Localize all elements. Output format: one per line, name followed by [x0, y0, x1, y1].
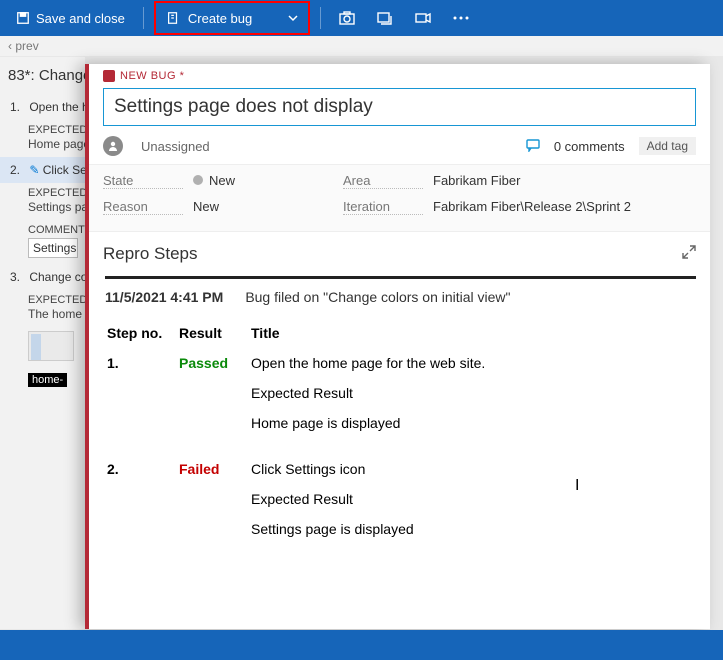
- col-step-header: Step no.: [107, 321, 177, 349]
- home-chip: home-: [28, 373, 67, 387]
- expected-label: Expected Result: [251, 491, 688, 507]
- state-dot-icon: [193, 175, 203, 185]
- reason-value[interactable]: New: [193, 199, 333, 215]
- state-label: State: [103, 173, 183, 189]
- screenshot-button[interactable]: [329, 4, 365, 32]
- iteration-value[interactable]: Fabrikam Fiber\Release 2\Sprint 2: [433, 199, 696, 215]
- expected-label: Expected Result: [251, 385, 688, 401]
- more-icon: [453, 16, 469, 20]
- step-title: Click Settings icon: [251, 461, 688, 477]
- chevron-left-icon: ‹: [8, 39, 12, 53]
- expected-label: EXPECTED RESULT: [6, 183, 85, 199]
- test-step-row[interactable]: 1. Open the home page: [6, 94, 85, 120]
- record-button[interactable]: [405, 4, 441, 32]
- prev-bar[interactable]: ‹ prev: [0, 36, 723, 56]
- repro-table: Step no. Result Title 1. Passed Open the…: [105, 319, 696, 563]
- bug-icon: [103, 70, 115, 82]
- toolbar-separator: [143, 7, 144, 29]
- test-step-row[interactable]: 2. ✎ Click Settings: [0, 157, 85, 183]
- camera-icon: [339, 11, 355, 25]
- video-icon: [415, 12, 431, 24]
- new-bug-badge: NEW BUG *: [103, 70, 696, 82]
- step-number: 1.: [10, 100, 26, 114]
- step-label: Click Settings: [43, 163, 85, 177]
- repro-body: 11/5/2021 4:41 PM Bug filed on "Change c…: [89, 270, 710, 629]
- save-icon: [16, 11, 30, 25]
- comments-count[interactable]: 0 comments: [554, 139, 625, 154]
- step-num: 2.: [107, 461, 119, 477]
- state-value[interactable]: New: [193, 173, 333, 189]
- filed-row: 11/5/2021 4:41 PM Bug filed on "Change c…: [105, 289, 696, 305]
- comment-label: COMMENT: [6, 220, 85, 236]
- iteration-label: Iteration: [343, 199, 423, 215]
- bug-panel: NEW BUG * Unassigned 0 comments Add tag …: [85, 64, 710, 629]
- edit-icon: ✎: [29, 163, 39, 177]
- comment-input[interactable]: Settings: [28, 238, 78, 258]
- expected-value: Settings page is displayed: [6, 199, 85, 220]
- table-row: 2. Failed Click Settings icon Expected R…: [107, 457, 694, 561]
- screenshot-thumbnail[interactable]: [28, 331, 74, 361]
- expected-label: EXPECTED RESULT: [6, 290, 85, 306]
- test-case-title: 83*: Change colors on initial view: [6, 61, 85, 94]
- expand-icon[interactable]: [682, 244, 696, 264]
- save-close-label: Save and close: [36, 11, 125, 26]
- fields-grid: State New Area Fabrikam Fiber Reason New…: [89, 164, 710, 232]
- comment-icon: [526, 138, 540, 155]
- expected-label: EXPECTED RESULT: [6, 120, 85, 136]
- create-bug-button[interactable]: Create bug: [156, 4, 308, 32]
- meta-row: Unassigned 0 comments Add tag: [89, 126, 710, 164]
- step-number: 2.: [10, 163, 26, 177]
- save-close-button[interactable]: Save and close: [6, 4, 135, 32]
- col-result-header: Result: [179, 321, 249, 349]
- table-row: 1. Passed Open the home page for the web…: [107, 351, 694, 455]
- area-value[interactable]: Fabrikam Fiber: [433, 173, 696, 189]
- capture-icon: [377, 11, 393, 25]
- result-passed: Passed: [179, 355, 228, 371]
- assignee-label[interactable]: Unassigned: [141, 139, 210, 154]
- result-failed: Failed: [179, 461, 219, 477]
- prev-label: prev: [15, 39, 38, 53]
- add-tag-button[interactable]: Add tag: [639, 137, 696, 155]
- col-title-header: Title: [251, 321, 694, 349]
- badge-label: NEW BUG *: [120, 70, 184, 82]
- area-label: Area: [343, 173, 423, 189]
- reason-label: Reason: [103, 199, 183, 215]
- create-bug-label: Create bug: [188, 11, 252, 26]
- bug-title-input[interactable]: [103, 88, 696, 126]
- new-bug-icon: [166, 11, 180, 25]
- step-label: Change color: [29, 270, 85, 284]
- expected-value: Settings page is displayed: [251, 521, 688, 537]
- test-steps-panel: 83*: Change colors on initial view 1. Op…: [0, 57, 85, 629]
- step-label: Open the home page: [29, 100, 85, 114]
- expected-value: Home page is displayed: [6, 136, 85, 157]
- expected-value: Home page is displayed: [251, 415, 688, 431]
- repro-title: Repro Steps: [103, 244, 198, 264]
- step-num: 1.: [107, 355, 119, 371]
- filed-message: Bug filed on "Change colors on initial v…: [245, 289, 510, 305]
- expected-value: The home page: [6, 306, 85, 327]
- avatar[interactable]: [103, 136, 123, 156]
- bottom-bar: [0, 630, 723, 660]
- top-toolbar: Save and close Create bug: [0, 0, 723, 36]
- more-button[interactable]: [443, 4, 479, 32]
- capture-button[interactable]: [367, 4, 403, 32]
- test-step-row[interactable]: 3. Change color: [6, 264, 85, 290]
- step-number: 3.: [10, 270, 26, 284]
- filed-timestamp: 11/5/2021 4:41 PM: [105, 289, 223, 305]
- create-bug-highlight: Create bug: [154, 1, 310, 35]
- toolbar-separator: [320, 7, 321, 29]
- chevron-down-icon: [288, 13, 298, 23]
- step-title: Open the home page for the web site.: [251, 355, 688, 371]
- repro-header: Repro Steps: [89, 232, 710, 270]
